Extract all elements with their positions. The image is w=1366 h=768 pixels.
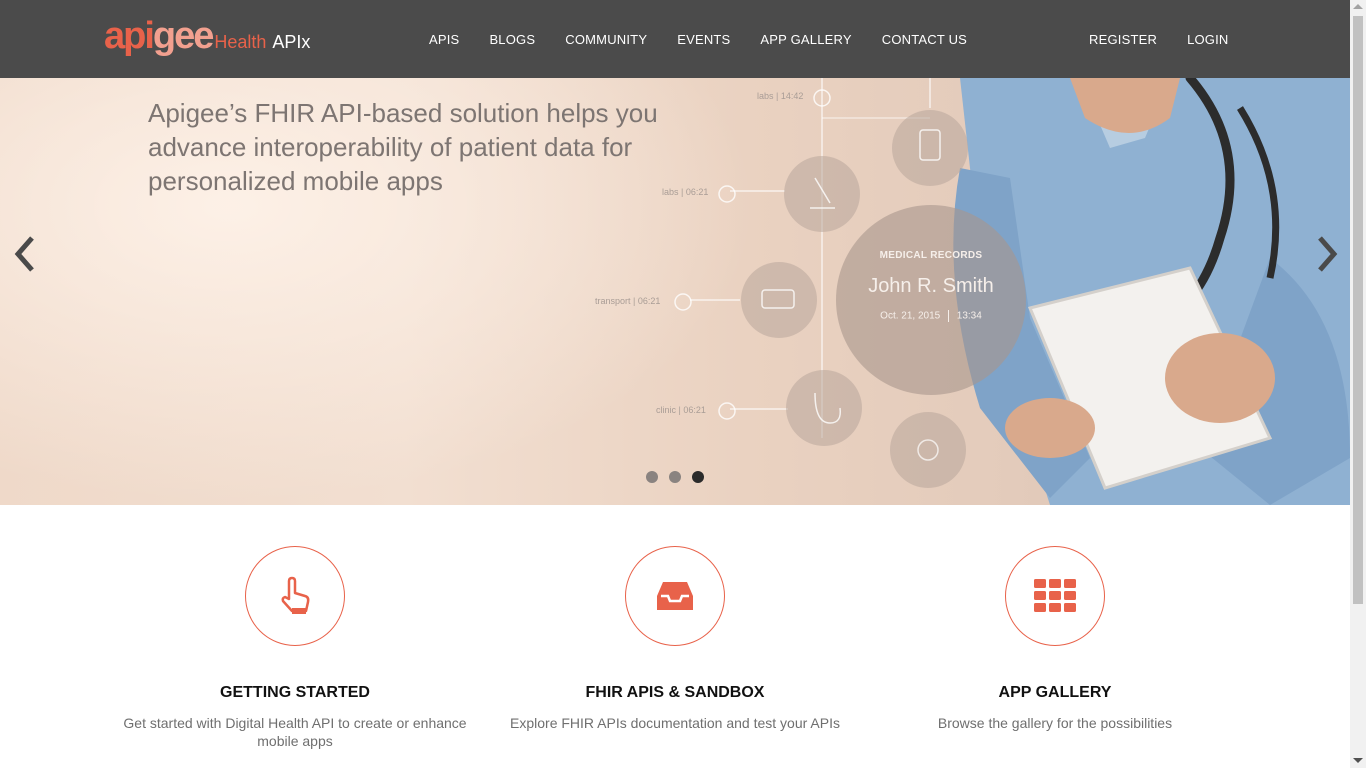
record-separator: [948, 310, 949, 322]
nav-apis[interactable]: APIS: [414, 32, 474, 47]
record-time: 13:34: [956, 310, 982, 322]
feature-getting-started: GETTING STARTED Get started with Digital…: [115, 546, 475, 750]
carousel-indicators: [646, 471, 704, 483]
scrollbar-thumb[interactable]: [1353, 16, 1363, 604]
feature-app-gallery: APP GALLERY Browse the gallery for the p…: [875, 546, 1235, 732]
logo-wordmark: apigee: [104, 14, 215, 58]
medical-record-card: MEDICAL RECORDS John R. Smith Oct. 21, 2…: [836, 250, 1026, 322]
timeline-label: clinic | 06:21: [656, 405, 706, 415]
nav-blogs[interactable]: BLOGS: [474, 32, 550, 47]
record-patient-name: John R. Smith: [868, 275, 994, 297]
register-link[interactable]: REGISTER: [1074, 32, 1172, 47]
pointer-hand-icon: [281, 576, 310, 614]
record-date: Oct. 21, 2015: [880, 310, 941, 322]
main-nav: APIS BLOGS COMMUNITY EVENTS APP GALLERY …: [414, 0, 982, 78]
logo-wordmark-part1: api: [104, 15, 155, 57]
record-datetime: Oct. 21, 2015 13:34: [836, 310, 1026, 322]
page-scrollbar[interactable]: [1350, 0, 1366, 768]
carousel-prev-button[interactable]: [6, 234, 46, 274]
auth-nav: REGISTER LOGIN: [1074, 0, 1244, 78]
nav-contact-us[interactable]: CONTACT US: [867, 32, 982, 47]
nav-app-gallery[interactable]: APP GALLERY: [745, 32, 866, 47]
apigee-health-logo[interactable]: apigee Health APIx: [104, 14, 310, 58]
getting-started-icon-button[interactable]: [245, 546, 345, 646]
login-link[interactable]: LOGIN: [1172, 32, 1243, 47]
chevron-right-icon: [1318, 236, 1338, 272]
timeline-label: transport | 06:21: [595, 296, 661, 306]
features-section: GETTING STARTED Get started with Digital…: [0, 505, 1350, 768]
chevron-left-icon: [14, 236, 34, 272]
nav-community[interactable]: COMMUNITY: [550, 32, 662, 47]
scroll-down-arrow-icon[interactable]: [1353, 758, 1363, 763]
feature-title[interactable]: APP GALLERY: [875, 683, 1235, 703]
grid-apps-icon: [1034, 579, 1076, 612]
logo-suffix: APIx: [272, 32, 311, 52]
feature-title[interactable]: FHIR APIs & SANDBOX: [495, 683, 855, 703]
timeline-label: labs | 06:21: [662, 187, 709, 197]
carousel-dot-3[interactable]: [692, 471, 704, 483]
logo-product: Health: [214, 32, 267, 52]
feature-title[interactable]: GETTING STARTED: [115, 683, 475, 703]
hero-headline: Apigee’s FHIR API-based solution helps y…: [148, 98, 658, 196]
feature-description: Browse the gallery for the possibilities: [937, 715, 1173, 731]
carousel-dot-2[interactable]: [669, 471, 681, 483]
hero-carousel: labs | 14:42 labs | 06:21 transport | 06…: [0, 78, 1350, 505]
feature-fhir-apis-sandbox: FHIR APIs & SANDBOX Explore FHIR APIs do…: [495, 546, 855, 732]
app-gallery-icon-button[interactable]: [1005, 546, 1105, 646]
fhir-apis-icon-button[interactable]: [625, 546, 725, 646]
logo-wordmark-part2: gee: [152, 15, 215, 57]
carousel-next-button[interactable]: [1306, 234, 1346, 274]
record-title: MEDICAL RECORDS: [879, 250, 983, 261]
scroll-up-arrow-icon[interactable]: [1353, 4, 1363, 9]
carousel-dot-1[interactable]: [646, 471, 658, 483]
site-header: apigee Health APIx APIS BLOGS COMMUNITY …: [0, 0, 1350, 78]
feature-description: Get started with Digital Health API to c…: [123, 715, 467, 749]
feature-description: Explore FHIR APIs documentation and test…: [510, 715, 840, 731]
timeline-label: labs | 14:42: [757, 91, 804, 101]
inbox-tray-icon: [657, 582, 693, 610]
nav-events[interactable]: EVENTS: [662, 32, 745, 47]
